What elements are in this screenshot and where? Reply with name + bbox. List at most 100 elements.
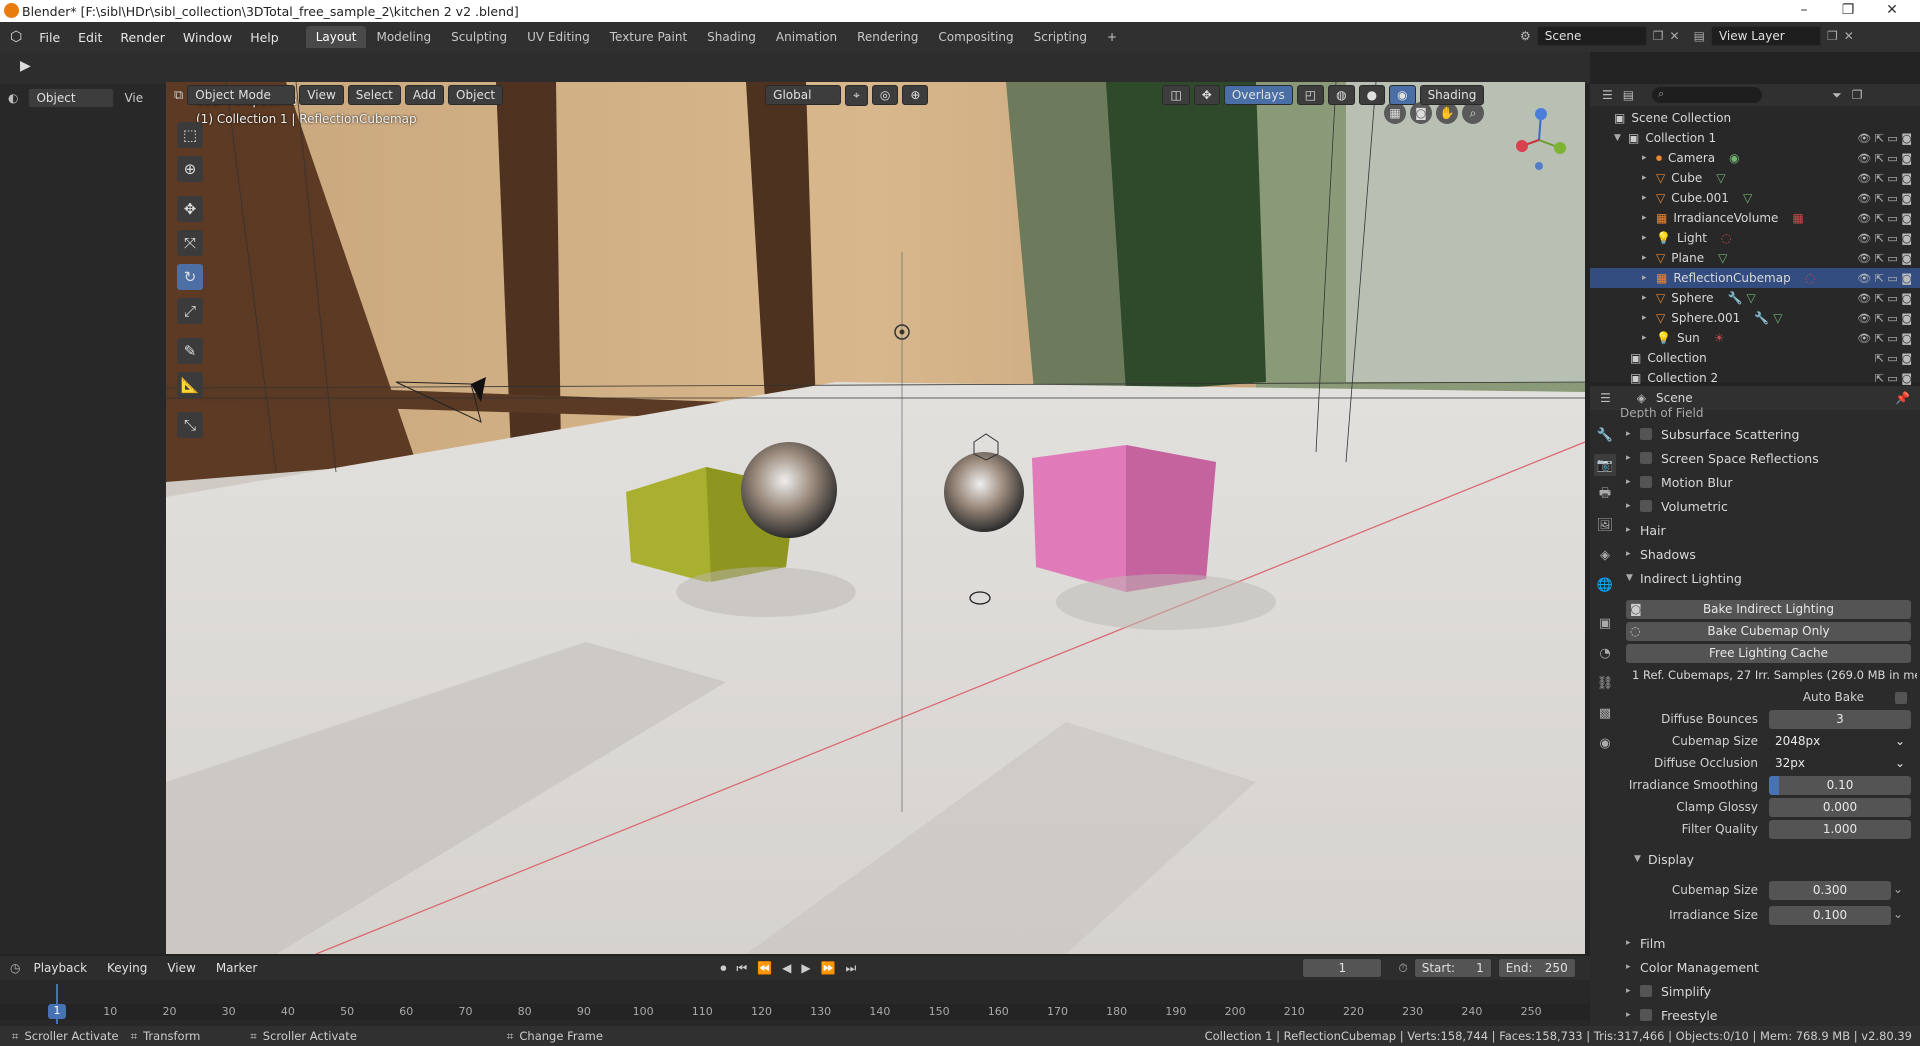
rendered-shading-icon[interactable]: ◉ — [1389, 85, 1416, 105]
minimize-button[interactable]: – — [1782, 0, 1826, 22]
cubemap-size-dropdown[interactable]: 2048px ⌄ — [1769, 732, 1911, 751]
current-frame-field[interactable]: 1 — [1302, 958, 1383, 978]
collection2-row[interactable]: ▣ Collection 2 ⇱ ▭ ◙ — [1590, 368, 1920, 388]
outliner-item-sun[interactable]: ▸ 💡 Sun ☀ 👁 ⇱ ▭ ◙ — [1590, 328, 1920, 348]
collection-row[interactable]: ▣ Collection ⇱ ▭ ◙ — [1590, 348, 1920, 368]
rotate-icon[interactable]: ↻ — [177, 264, 203, 290]
timeline-ruler[interactable]: 1102030405060708090100110120130140150160… — [0, 1004, 1590, 1020]
new-view-layer-icon[interactable]: ❐ — [1827, 29, 1838, 43]
measure-icon[interactable]: 📐 — [177, 372, 203, 398]
menu-render[interactable]: Render — [111, 30, 174, 45]
scale-icon[interactable]: ⤢ — [177, 298, 203, 324]
transform-icon[interactable]: ⤡ — [177, 412, 203, 438]
tool-tab-icon[interactable]: 🔧 — [1594, 424, 1616, 446]
view-layer-icon[interactable]: ▤ — [1694, 29, 1705, 43]
constraints-tab-icon[interactable]: ⛓ — [1594, 672, 1616, 694]
tab-layout[interactable]: Layout — [305, 26, 367, 48]
row-visibility-icons[interactable]: 👁 ⇱ ▭ ◙ — [1857, 132, 1912, 145]
tab-scripting[interactable]: Scripting — [1024, 26, 1097, 48]
delete-view-layer-icon[interactable]: ✕ — [1844, 29, 1854, 43]
cursor-icon[interactable]: ⊕ — [177, 156, 203, 182]
delete-scene-icon[interactable]: ✕ — [1670, 29, 1680, 43]
checkbox[interactable] — [1640, 452, 1652, 464]
play-icon[interactable]: ▶ — [801, 961, 810, 976]
new-scene-icon[interactable]: ❐ — [1653, 29, 1664, 43]
marker-menu[interactable]: Marker — [209, 959, 264, 977]
checkbox[interactable] — [1640, 985, 1652, 997]
annotate-icon[interactable]: ✎ — [177, 338, 203, 364]
editor-type-icon[interactable]: ◐ — [8, 91, 18, 105]
transform-orientation-dropdown[interactable]: Global — [765, 85, 842, 105]
tab-compositing[interactable]: Compositing — [928, 26, 1023, 48]
outliner-item-cube[interactable]: ▸ ▽ Cube ▽ 👁 ⇱ ▭ ◙ — [1590, 168, 1920, 188]
tab-rendering[interactable]: Rendering — [847, 26, 928, 48]
pin-icon[interactable]: 📌 — [1895, 391, 1910, 405]
render-tab-icon[interactable]: 📷 — [1594, 454, 1616, 476]
outliner-item-irradiancevolume[interactable]: ▸ ▦ IrradianceVolume ▦ 👁 ⇱ ▭ ◙ — [1590, 208, 1920, 228]
outliner-item-camera[interactable]: ▸ ⏺ Camera ◉ 👁 ⇱ ▭ ◙ — [1590, 148, 1920, 168]
checkbox[interactable] — [1640, 1009, 1652, 1021]
stopwatch-icon[interactable]: ⏱ — [1398, 961, 1407, 976]
display-mode-icon[interactable]: ▤ — [1623, 88, 1634, 102]
shading-dropdown[interactable]: Shading — [1419, 85, 1485, 105]
scene-collection-row[interactable]: ▣ Scene Collection — [1590, 108, 1920, 128]
auto-bake-checkbox[interactable] — [1895, 692, 1907, 704]
outliner-item-sphere[interactable]: ▸ ▽ Sphere 🔧 ▽ 👁 ⇱ ▭ ◙ — [1590, 288, 1920, 308]
outliner-item-plane[interactable]: ▸ ▽ Plane ▽ 👁 ⇱ ▭ ◙ — [1590, 248, 1920, 268]
tab-uv-editing[interactable]: UV Editing — [517, 26, 600, 48]
section-shadows[interactable]: ▸ Shadows — [1626, 542, 1916, 566]
select-box-icon[interactable]: ⬚ — [177, 122, 203, 148]
add-workspace-icon[interactable]: + — [1097, 26, 1127, 48]
menu-add[interactable]: Add — [404, 85, 445, 105]
outliner-editor-icon[interactable]: ☰ — [1602, 88, 1613, 102]
viewport-scene[interactable] — [166, 82, 1585, 954]
diffuse-occlusion-dropdown[interactable]: 32px ⌄ — [1769, 754, 1911, 773]
outliner-item-light[interactable]: ▸ 💡 Light ◌ 👁 ⇱ ▭ ◙ — [1590, 228, 1920, 248]
menu-select[interactable]: Select — [347, 85, 401, 105]
object-tab-icon[interactable]: ▣ — [1594, 612, 1616, 634]
prev-keyframe-icon[interactable]: ⏪ — [757, 961, 772, 976]
collection1-row[interactable]: ▼ ▣ Collection 1 👁 ⇱ ▭ ◙ — [1590, 128, 1920, 148]
expand-arrow-icon[interactable]: ▼ — [1614, 133, 1628, 143]
subsection-display[interactable]: ▼ Display — [1634, 847, 1920, 871]
section-freestyle[interactable]: ▸ Freestyle — [1626, 1003, 1916, 1027]
close-button[interactable]: ✕ — [1870, 0, 1914, 22]
outliner-search-input[interactable]: ⌕ — [1652, 87, 1763, 103]
display-cubemap-size-field[interactable]: 0.300 — [1769, 881, 1891, 900]
texture-tab-icon[interactable]: ▩ — [1594, 702, 1616, 724]
view-menu-truncated[interactable]: Vie — [124, 91, 143, 105]
section-motion-blur[interactable]: ▸ Motion Blur — [1626, 470, 1916, 494]
end-frame-field[interactable]: End: 250 — [1497, 958, 1576, 978]
bake-indirect-lighting-button[interactable]: ◙ Bake Indirect Lighting — [1626, 600, 1911, 619]
play-reverse-icon[interactable]: ◀ — [782, 961, 791, 976]
timeline-editor-icon[interactable]: ◷ — [10, 961, 20, 975]
diffuse-bounces-field[interactable]: 3 — [1769, 710, 1911, 729]
display-irradiance-size-field[interactable]: 0.100 — [1769, 906, 1891, 925]
outliner-item-sphere001[interactable]: ▸ ▽ Sphere.001 🔧 ▽ 👁 ⇱ ▭ ◙ — [1590, 308, 1920, 328]
keying-menu[interactable]: Keying — [100, 959, 154, 977]
proportional-edit-icon[interactable]: ◎ — [871, 85, 899, 105]
jump-start-icon[interactable]: ⏮ — [736, 961, 747, 976]
bake-cubemap-only-button[interactable]: ◌ Bake Cubemap Only — [1626, 622, 1911, 641]
physics-tab-icon[interactable]: ◔ — [1594, 642, 1616, 664]
navigation-gizmo[interactable] — [1504, 100, 1574, 180]
section-film[interactable]: ▸ Film — [1626, 931, 1916, 955]
next-keyframe-icon[interactable]: ⏩ — [821, 961, 836, 976]
chevron-down-icon[interactable]: ⌄ — [1893, 907, 1903, 921]
world-tab-icon[interactable]: 🌐 — [1594, 574, 1616, 596]
editor-mode-dropdown[interactable]: Object — [28, 88, 115, 108]
section-indirect-lighting[interactable]: ▼ Indirect Lighting — [1626, 566, 1916, 590]
section-subsurface-scattering[interactable]: ▸ Subsurface Scattering — [1626, 422, 1916, 446]
xray-icon[interactable]: ◰ — [1296, 85, 1325, 105]
gizmo-icon[interactable]: ✥ — [1193, 85, 1220, 105]
overlays-dropdown[interactable]: Overlays — [1223, 85, 1293, 105]
snap-icon[interactable]: ⌖ — [845, 84, 868, 106]
scene-icon[interactable]: ⚙ — [1520, 29, 1531, 43]
clamp-glossy-field[interactable]: 0.000 — [1769, 798, 1911, 817]
view-layer-tab-icon[interactable]: 🖼 — [1594, 514, 1616, 536]
outliner-item-reflectioncubemap[interactable]: ▸ ▦ ReflectionCubemap ◌ 👁 ⇱ ▭ ◙ — [1590, 268, 1920, 288]
tab-modeling[interactable]: Modeling — [366, 26, 441, 48]
output-tab-icon[interactable]: 🖶 — [1594, 484, 1616, 506]
menu-window[interactable]: Window — [174, 30, 241, 45]
record-icon[interactable]: ⏺ — [720, 961, 726, 976]
